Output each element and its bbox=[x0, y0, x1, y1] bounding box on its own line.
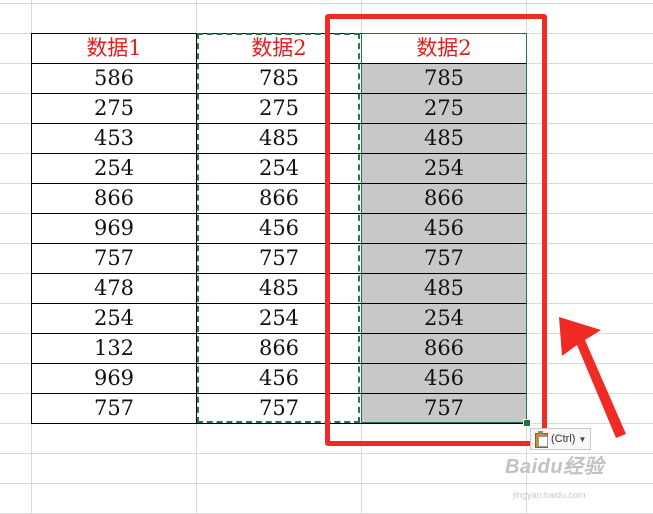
table-cell[interactable]: 866 bbox=[361, 333, 527, 364]
table-cell[interactable]: 757 bbox=[31, 393, 197, 424]
table-cell[interactable]: 785 bbox=[196, 63, 362, 94]
table-cell[interactable]: 586 bbox=[31, 63, 197, 94]
clipboard-paste-icon bbox=[534, 431, 548, 448]
table-cell[interactable]: 485 bbox=[361, 273, 527, 304]
table-cell[interactable]: 478 bbox=[31, 273, 197, 304]
table-row: 757 757 757 bbox=[31, 243, 527, 274]
table-cell[interactable]: 456 bbox=[196, 213, 362, 244]
chevron-down-icon: ▼ bbox=[578, 434, 587, 444]
table-cell[interactable]: 485 bbox=[361, 123, 527, 154]
table-cell[interactable]: 785 bbox=[361, 63, 527, 94]
table-cell[interactable]: 866 bbox=[196, 333, 362, 364]
table-row: 757 757 757 bbox=[31, 393, 527, 424]
table-row: 254 254 254 bbox=[31, 153, 527, 184]
table-cell[interactable]: 969 bbox=[31, 363, 197, 394]
watermark-url: jingyan.baidu.com bbox=[513, 490, 586, 500]
header-cell-data2[interactable]: 数据2 bbox=[196, 33, 362, 64]
header-cell-data2-copy[interactable]: 数据2 bbox=[361, 33, 527, 64]
table-row: 478 485 485 bbox=[31, 273, 527, 304]
watermark-logo: Baidu经验 bbox=[505, 456, 605, 478]
table-cell[interactable]: 275 bbox=[361, 93, 527, 124]
table-cell[interactable]: 757 bbox=[31, 243, 197, 274]
header-row: 数据1 数据2 数据2 bbox=[31, 33, 527, 64]
table-row: 132 866 866 bbox=[31, 333, 527, 364]
table-cell[interactable]: 757 bbox=[361, 393, 527, 424]
table-cell[interactable]: 254 bbox=[361, 303, 527, 334]
table-cell[interactable]: 456 bbox=[196, 363, 362, 394]
table-cell[interactable]: 485 bbox=[196, 273, 362, 304]
table-row: 275 275 275 bbox=[31, 93, 527, 124]
table-cell[interactable]: 254 bbox=[31, 153, 197, 184]
table-cell[interactable]: 757 bbox=[196, 393, 362, 424]
table-row: 254 254 254 bbox=[31, 303, 527, 334]
table-cell[interactable]: 254 bbox=[31, 303, 197, 334]
table-row: 453 485 485 bbox=[31, 123, 527, 154]
table-cell[interactable]: 132 bbox=[31, 333, 197, 364]
table-cell[interactable]: 275 bbox=[196, 93, 362, 124]
table-cell[interactable]: 866 bbox=[31, 183, 197, 214]
table-row: 866 866 866 bbox=[31, 183, 527, 214]
paste-options-button[interactable]: (Ctrl) ▼ bbox=[530, 428, 592, 450]
table-cell[interactable]: 757 bbox=[196, 243, 362, 274]
table-row: 586 785 785 bbox=[31, 63, 527, 94]
table-cell[interactable]: 866 bbox=[361, 183, 527, 214]
table-cell[interactable]: 254 bbox=[196, 153, 362, 184]
table-cell[interactable]: 453 bbox=[31, 123, 197, 154]
fill-handle[interactable] bbox=[523, 419, 531, 427]
header-cell-data1[interactable]: 数据1 bbox=[31, 33, 197, 64]
table-cell[interactable]: 456 bbox=[361, 363, 527, 394]
paste-options-label: (Ctrl) bbox=[551, 433, 576, 445]
table-cell[interactable]: 757 bbox=[361, 243, 527, 274]
table-row: 969 456 456 bbox=[31, 213, 527, 244]
table-cell[interactable]: 866 bbox=[196, 183, 362, 214]
table-cell[interactable]: 969 bbox=[31, 213, 197, 244]
table-cell[interactable]: 254 bbox=[196, 303, 362, 334]
table-cell[interactable]: 254 bbox=[361, 153, 527, 184]
table-row: 969 456 456 bbox=[31, 363, 527, 394]
table-cell[interactable]: 485 bbox=[196, 123, 362, 154]
table-cell[interactable]: 456 bbox=[361, 213, 527, 244]
table-cell[interactable]: 275 bbox=[31, 93, 197, 124]
data-table: 数据1 数据2 数据2 586 785 785 275 275 275 453 485 485 2… bbox=[31, 33, 527, 424]
